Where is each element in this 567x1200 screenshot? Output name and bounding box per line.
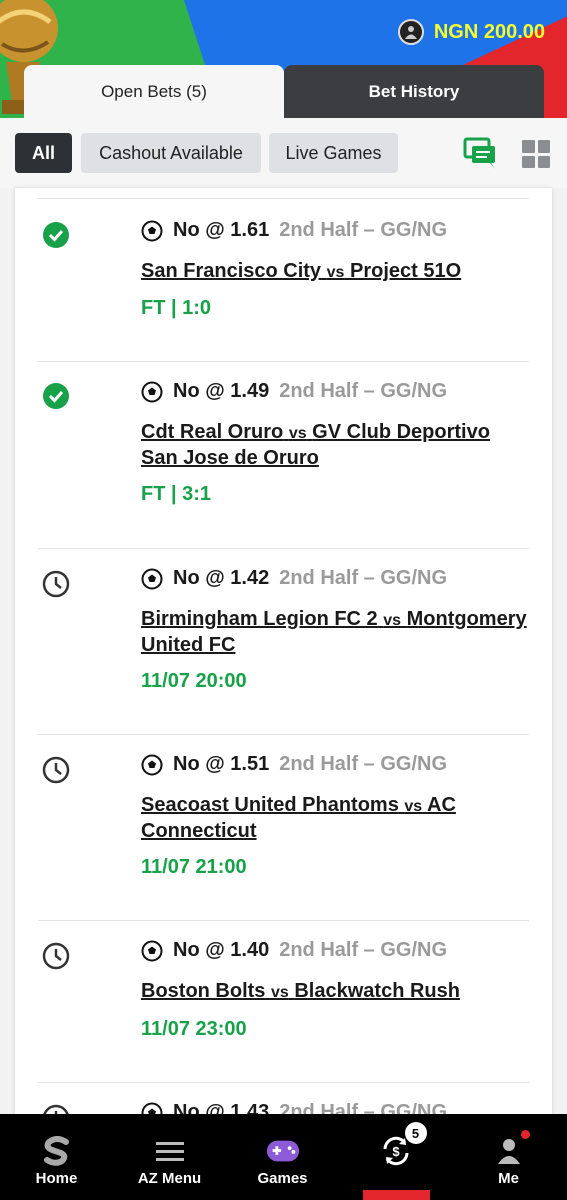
bottom-nav: Home AZ Menu Games $ 5 Me	[0, 1114, 567, 1200]
clock-icon	[42, 570, 70, 598]
notification-dot	[520, 1130, 530, 1139]
vs-label: vs	[326, 264, 345, 281]
filter-all-button[interactable]: All	[15, 133, 72, 173]
gamepad-icon	[266, 1136, 300, 1166]
selection-row: No @ 1.61 2nd Half – GG/NG	[141, 219, 447, 242]
home-team: Cdt Real Oruro	[141, 421, 284, 443]
home-team: Boston Bolts	[141, 980, 266, 1002]
selection-row: No @ 1.51 2nd Half – GG/NG	[141, 753, 447, 776]
clock-icon	[42, 942, 70, 970]
soccer-ball-icon	[141, 940, 163, 961]
bet-pick: No @ 1.51	[173, 753, 270, 775]
match-link[interactable]: Boston Bolts vs Blackwatch Rush	[141, 979, 531, 1005]
match-link[interactable]: Seacoast United Phantoms vs AC Connectic…	[141, 793, 531, 843]
selection-row: No @ 1.42 2nd Half – GG/NG	[141, 567, 447, 590]
bet-market: 2nd Half – GG/NG	[279, 219, 448, 241]
header: NGN 200.00 Open Bets (5) Bet History	[0, 0, 567, 120]
match-time: 11/07 21:00	[141, 856, 247, 878]
cashout-icon: $ 5	[379, 1122, 427, 1166]
list-item[interactable]: No @ 1.49 2nd Half – GG/NG Cdt Real Orur…	[38, 361, 529, 548]
tab-bet-history[interactable]: Bet History	[284, 65, 544, 119]
nav-label: Me	[498, 1170, 519, 1187]
open-bets-badge: 5	[404, 1122, 427, 1144]
bet-list: No @ 1.61 2nd Half – GG/NG San Francisco…	[15, 188, 552, 1118]
avatar[interactable]	[397, 19, 424, 45]
player-avatar-icon	[404, 26, 417, 39]
nav-label: AZ Menu	[137, 1170, 202, 1187]
away-team: Blackwatch Rush	[294, 980, 460, 1002]
nav-home[interactable]: Home	[0, 1114, 113, 1200]
soccer-ball-icon	[141, 381, 163, 402]
home-team: San Francisco City	[141, 260, 322, 282]
user-icon	[492, 1130, 530, 1166]
filter-cashout-button[interactable]: Cashout Available	[81, 133, 261, 173]
menu-icon	[153, 1136, 187, 1166]
balance-area[interactable]: NGN 200.00	[397, 18, 545, 46]
vs-label: vs	[404, 798, 423, 815]
bet-pick: No @ 1.42	[173, 567, 270, 589]
bet-market: 2nd Half – GG/NG	[279, 939, 448, 961]
bet-pick: No @ 1.40	[173, 939, 270, 961]
match-link[interactable]: Birmingham Legion FC 2 vs Montgomery Uni…	[141, 607, 531, 657]
balance-amount: NGN 200.00	[433, 20, 545, 43]
home-team: Birmingham Legion FC 2	[141, 608, 378, 630]
bet-market: 2nd Half – GG/NG	[279, 753, 448, 775]
clock-icon	[42, 756, 70, 784]
list-item[interactable]: No @ 1.51 2nd Half – GG/NG Seacoast Unit…	[38, 734, 529, 920]
match-time: 11/07 23:00	[141, 1018, 247, 1040]
check-circle-icon	[43, 222, 69, 248]
list-item[interactable]: No @ 1.42 2nd Half – GG/NG Birmingham Le…	[38, 548, 529, 734]
nav-me[interactable]: Me	[452, 1114, 565, 1200]
selection-row: No @ 1.40 2nd Half – GG/NG	[141, 939, 447, 962]
nav-games[interactable]: Games	[226, 1114, 339, 1200]
match-link[interactable]: San Francisco City vs Project 51O	[141, 259, 531, 285]
bet-pick: No @ 1.49	[173, 380, 270, 402]
soccer-ball-icon	[141, 754, 163, 775]
chat-icon[interactable]	[463, 136, 497, 170]
bet-market: 2nd Half – GG/NG	[279, 567, 448, 589]
vs-label: vs	[383, 612, 402, 629]
tab-open-bets[interactable]: Open Bets (5)	[24, 65, 284, 119]
away-team: Project 51O	[349, 260, 462, 282]
match-result: FT | 1:0	[141, 297, 212, 319]
match-link[interactable]: Cdt Real Oruro vs GV Club Deportivo San …	[141, 420, 531, 470]
bet-tabs: Open Bets (5) Bet History	[24, 65, 544, 119]
filter-live-games-button[interactable]: Live Games	[269, 133, 398, 173]
nav-label: Games	[257, 1170, 308, 1187]
vs-label: vs	[288, 425, 307, 442]
list-item[interactable]: No @ 1.61 2nd Half – GG/NG San Francisco…	[38, 198, 529, 361]
nav-label: Home	[35, 1170, 78, 1187]
match-time: 11/07 20:00	[141, 670, 247, 692]
nav-open-bets[interactable]: $ 5	[339, 1114, 452, 1200]
match-result: FT | 3:1	[141, 483, 212, 505]
nav-az-menu[interactable]: AZ Menu	[113, 1114, 226, 1200]
soccer-ball-icon	[141, 220, 163, 241]
bet-market: 2nd Half – GG/NG	[279, 380, 448, 402]
list-item[interactable]: No @ 1.40 2nd Half – GG/NG Boston Bolts …	[38, 920, 529, 1082]
svg-text:$: $	[392, 1144, 400, 1159]
list-item[interactable]: No @ 1.43 2nd Half – GG/NG	[38, 1082, 529, 1118]
active-tab-indicator	[363, 1190, 430, 1200]
bet-pick: No @ 1.61	[173, 219, 270, 241]
check-circle-icon	[43, 383, 69, 409]
selection-row: No @ 1.49 2nd Half – GG/NG	[141, 380, 447, 403]
home-team: Seacoast United Phantoms	[141, 794, 399, 816]
sportybet-logo-icon	[40, 1136, 74, 1166]
vs-label: vs	[271, 984, 289, 1001]
grid-view-icon[interactable]	[522, 140, 550, 168]
soccer-ball-icon	[141, 568, 163, 589]
